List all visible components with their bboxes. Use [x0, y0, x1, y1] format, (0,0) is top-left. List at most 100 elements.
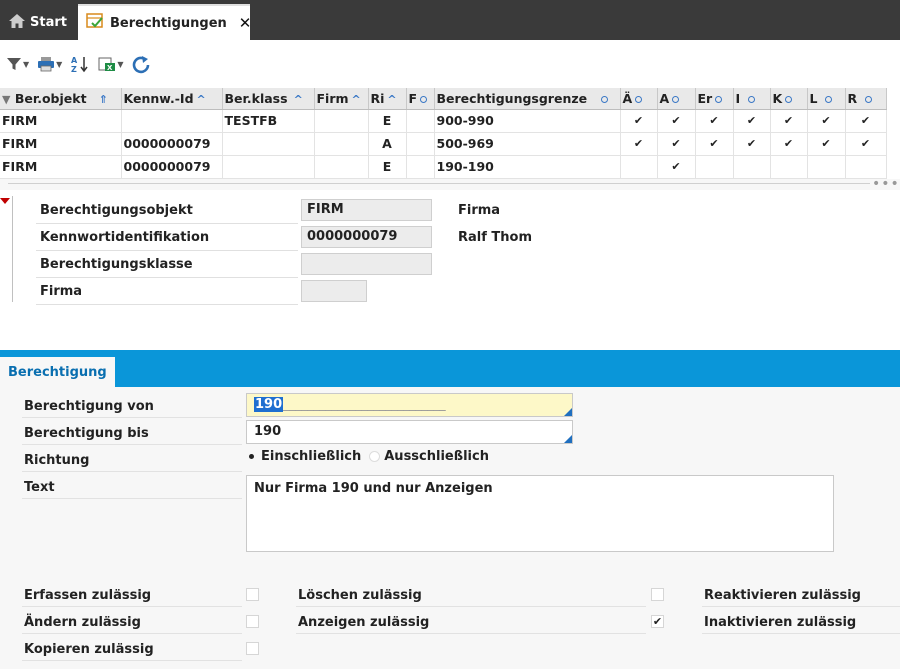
label-underline [296, 633, 646, 634]
col-header-r[interactable]: R [845, 88, 887, 110]
col-header-ri[interactable]: Ri ^ [368, 88, 407, 110]
table-row[interactable]: FIRM 0000000079 A 500-969 ✔ ✔ ✔ ✔ ✔ ✔ ✔ [0, 132, 887, 156]
cell-kennwid [121, 109, 223, 133]
refresh-button[interactable] [131, 52, 151, 76]
checkmark-icon [733, 155, 771, 179]
checkmark-icon: ✔ [770, 109, 808, 133]
label-underline [22, 606, 242, 607]
text-area[interactable]: Nur Firma 190 und nur Anzeigen [246, 475, 834, 552]
splitter-line[interactable] [8, 183, 870, 184]
label-underline [22, 471, 242, 472]
sort-circle-icon [748, 95, 756, 103]
checkmark-icon [770, 155, 808, 179]
checkmark-icon: ✔ [733, 109, 771, 133]
checkbox-loeschen[interactable] [651, 588, 664, 601]
label-richtung: Richtung [24, 453, 90, 468]
col-header-er[interactable]: Er [695, 88, 734, 110]
filter-button[interactable]: ▼ [6, 52, 29, 76]
label-underline [22, 444, 242, 445]
radio-ausschliesslich-label[interactable]: Ausschließlich [384, 449, 489, 464]
checkmark-icon [695, 155, 734, 179]
cell-berobjekt: FIRM [0, 109, 122, 133]
cell-f [406, 155, 435, 179]
cell-ri: E [368, 109, 407, 133]
close-icon[interactable]: ✕ [239, 14, 252, 32]
print-button[interactable]: ▼ [37, 52, 62, 76]
svg-text:X: X [107, 64, 113, 72]
sort-circle-icon [785, 95, 793, 103]
col-header-a[interactable]: A [657, 88, 696, 110]
tab-start-label: Start [30, 15, 67, 30]
checkbox-erfassen[interactable] [246, 588, 259, 601]
chevron-down-icon: ▼ [23, 59, 30, 69]
top-tab-bar: Start Berechtigungen ✕ [0, 0, 900, 40]
checkbox-aendern[interactable] [246, 615, 259, 628]
checkbox-kopieren[interactable] [246, 642, 259, 655]
sort-circle-icon [825, 95, 833, 103]
col-header-firm[interactable]: Firm ^ [314, 88, 369, 110]
label-anzeigen: Anzeigen zulässig [298, 615, 430, 630]
input-selected-text: 190 [254, 397, 284, 412]
checkmark-icon: ✔ [695, 109, 734, 133]
cell-ri: E [368, 155, 407, 179]
berechtigung-bis-input[interactable]: 190 [246, 420, 573, 444]
label-aendern: Ändern zulässig [24, 615, 141, 630]
col-header-grenze[interactable]: Berechtigungsgrenze [434, 88, 621, 110]
tab-berechtigungen-label: Berechtigungen [110, 15, 227, 31]
checkmark-icon [807, 155, 846, 179]
section-tab-bar: Berechtigung [0, 350, 900, 387]
radio-ausschliesslich[interactable] [369, 451, 381, 462]
checkmark-icon: ✔ [733, 132, 771, 156]
radio-einschliesslich[interactable] [246, 451, 257, 462]
col-header-k[interactable]: K [770, 88, 808, 110]
col-header-f[interactable]: F [406, 88, 435, 110]
cell-kennwid: 0000000079 [121, 155, 223, 179]
checkmark-icon: ✔ [620, 132, 658, 156]
cell-firm [314, 109, 369, 133]
berechtigung-von-input[interactable]: 190___________________________ [246, 393, 573, 417]
sort-up-icon: ^ [293, 92, 303, 106]
label-underline [296, 606, 646, 607]
sort-up-icon: ^ [196, 92, 206, 106]
detail-label-firma: Firma [36, 278, 298, 305]
col-header-berklass[interactable]: Ber.klass ^ [222, 88, 315, 110]
checkmark-icon: ✔ [845, 109, 887, 133]
label-reaktivieren: Reaktivieren zulässig [704, 588, 861, 603]
table-row[interactable]: FIRM TESTFB E 900-990 ✔ ✔ ✔ ✔ ✔ ✔ ✔ [0, 109, 887, 133]
refresh-icon [131, 54, 151, 74]
radio-einschliesslich-label[interactable]: Einschließlich [261, 449, 361, 464]
cell-berklass: TESTFB [222, 109, 315, 133]
col-header-kennwid[interactable]: Kennw.-Id ^ [121, 88, 223, 110]
cell-grenze: 190-190 [434, 155, 621, 179]
checkmark-icon: ✔ [657, 109, 696, 133]
table-row-selected[interactable]: FIRM 0000000079 E 190-190 ✔ [0, 155, 887, 179]
checkmark-icon [845, 155, 887, 179]
label-erfassen: Erfassen zulässig [24, 588, 152, 603]
sort-circle-icon [635, 95, 643, 103]
col-header-berobjekt[interactable]: ▼ Ber.objekt ⇑ [0, 88, 122, 110]
sort-button[interactable]: AZ [70, 52, 90, 76]
checkbox-anzeigen[interactable]: ✔ [651, 615, 664, 628]
col-header-ae[interactable]: Ä [620, 88, 658, 110]
col-header-l[interactable]: L [807, 88, 846, 110]
cell-berklass [222, 155, 315, 179]
tab-berechtigung[interactable]: Berechtigung [0, 355, 115, 387]
sort-circle-icon [715, 95, 723, 103]
detail-side-objekt: Firma [458, 203, 501, 218]
cell-ri: A [368, 132, 407, 156]
detail-label-objekt: Berechtigungsobjekt [36, 197, 298, 224]
cell-grenze: 500-969 [434, 132, 621, 156]
cell-firm [314, 155, 369, 179]
cell-berobjekt: FIRM [0, 132, 122, 156]
export-button[interactable]: X ▼ [98, 52, 123, 76]
tab-berechtigungen[interactable]: Berechtigungen ✕ [78, 4, 252, 40]
print-icon [37, 56, 55, 72]
detail-label-klasse: Berechtigungsklasse [36, 251, 298, 278]
sort-circle-icon [420, 95, 428, 103]
collapse-marker-icon[interactable] [0, 198, 10, 204]
tab-start[interactable]: Start [0, 5, 77, 40]
col-header-i[interactable]: I [733, 88, 771, 110]
checkmark-icon: ✔ [620, 109, 658, 133]
label-berechtigung-bis: Berechtigung bis [24, 426, 149, 441]
input-corner-icon [564, 408, 572, 416]
